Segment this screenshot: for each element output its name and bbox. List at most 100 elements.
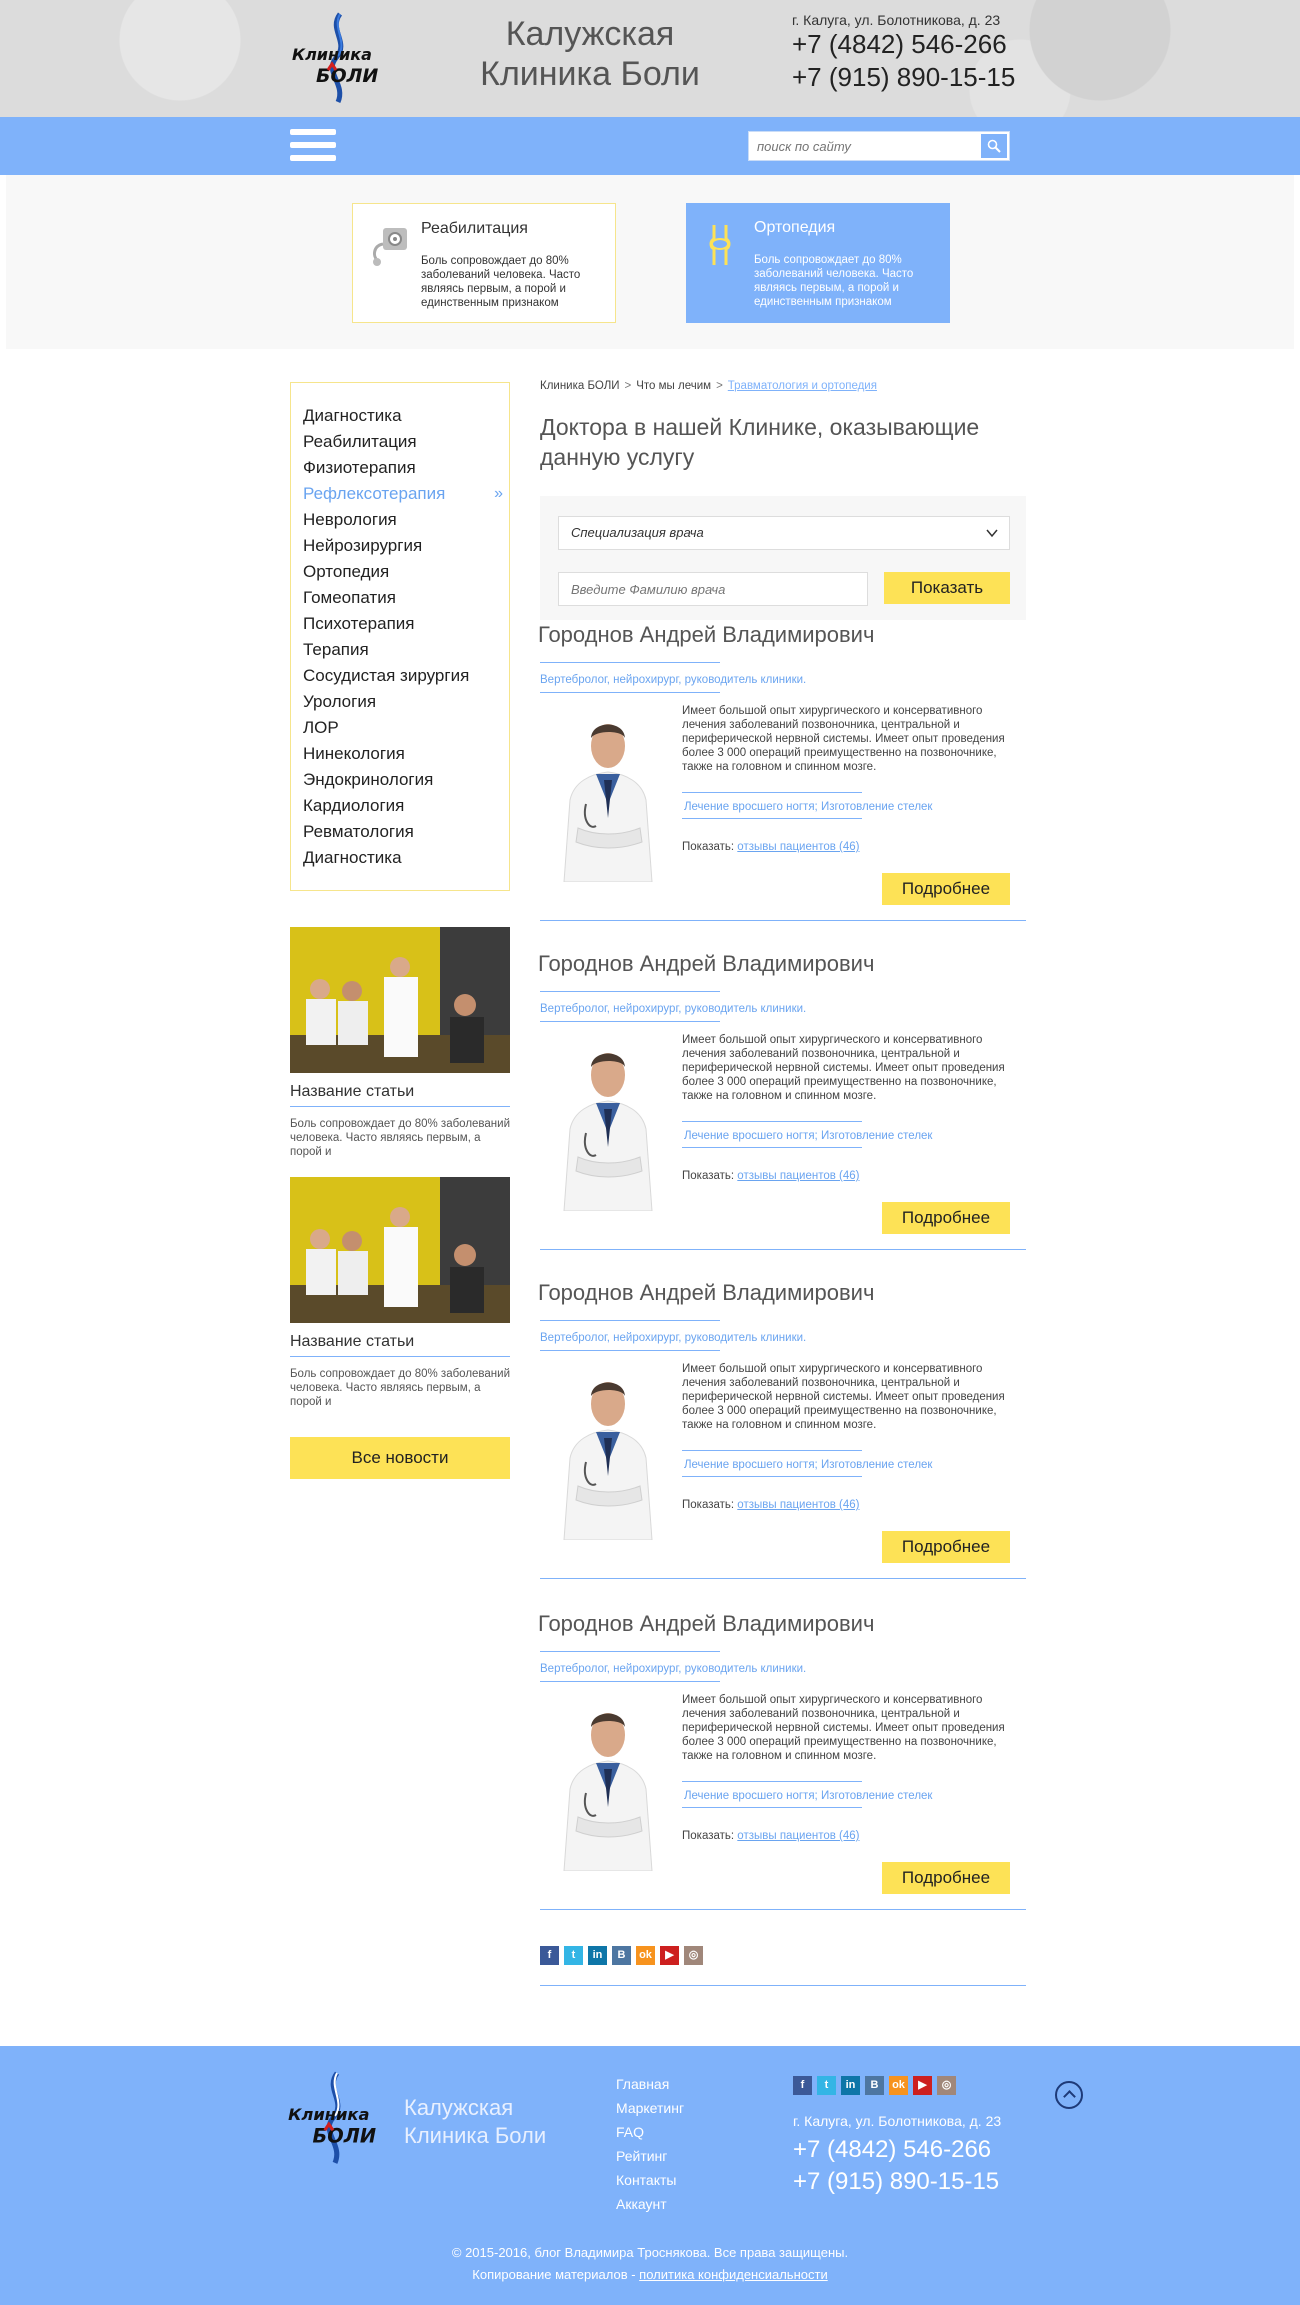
service-card-rehabilitation[interactable]: Реабилитация Боль сопровождает до 80% за…: [352, 203, 616, 323]
youtube-icon[interactable]: ▶: [913, 2076, 932, 2095]
article-image[interactable]: [290, 1177, 510, 1323]
odnoklassniki-icon[interactable]: ok: [636, 1946, 655, 1965]
joint-icon: [700, 223, 744, 267]
footer-link[interactable]: Главная: [616, 2072, 684, 2096]
sidebar-item[interactable]: Ревматология: [303, 819, 509, 845]
footer-phone-1[interactable]: +7 (4842) 546-266: [793, 2134, 991, 2166]
sidebar-item-active[interactable]: Рефлексотерапия »: [303, 481, 509, 507]
header-phone-2[interactable]: +7 (915) 890-15-15: [792, 61, 1015, 94]
facebook-icon[interactable]: f: [540, 1946, 559, 1965]
doctor-name[interactable]: Городнов Андрей Владимирович: [538, 622, 1026, 648]
more-button[interactable]: Подробнее: [882, 1202, 1010, 1234]
sidebar-item[interactable]: Неврология: [303, 507, 509, 533]
instagram-icon[interactable]: ◎: [937, 2076, 956, 2095]
article-card[interactable]: Название статьи Боль сопровождает до 80%…: [290, 927, 510, 1159]
sidebar-item[interactable]: Терапия: [303, 637, 509, 663]
footer-link[interactable]: Рейтинг: [616, 2144, 684, 2168]
sidebar-item[interactable]: ЛОР: [303, 715, 509, 741]
header-address: г. Калуга, ул. Болотникова, д. 23: [792, 12, 1001, 28]
divider: [540, 692, 720, 693]
vk-icon[interactable]: B: [612, 1946, 631, 1965]
chevron-down-icon: [986, 529, 998, 538]
reviews-link[interactable]: отзывы пациентов (46): [737, 1170, 859, 1182]
article-title[interactable]: Название статьи: [290, 1333, 510, 1357]
doctor-reviews: Показать: отзывы пациентов (46): [682, 1170, 859, 1182]
footer-link[interactable]: FAQ: [616, 2120, 684, 2144]
doctor-photo[interactable]: [556, 1037, 660, 1212]
footer-link[interactable]: Аккаунт: [616, 2192, 684, 2216]
reviews-link[interactable]: отзывы пациентов (46): [737, 1830, 859, 1842]
share-icons: f t in Bok ▶ ◎: [540, 1946, 703, 1965]
copyright-text: © 2015-2016, блог Владимира Троснякова. …: [451, 2245, 849, 2260]
doctor-specialization: Вертебролог, нейрохирург, руководитель к…: [540, 1332, 807, 1344]
sidebar-item[interactable]: Ортопедия: [303, 559, 509, 585]
footer-logo[interactable]: Клиника БОЛИ: [284, 2070, 388, 2166]
doctor-services[interactable]: Лечение вросшего ногтя; Изготовление сте…: [684, 1790, 932, 1802]
sidebar-item[interactable]: Диагностика: [303, 403, 509, 429]
sidebar-item[interactable]: Диагностика: [303, 845, 509, 871]
service-card-orthopedics[interactable]: Ортопедия Боль сопровождает до 80% забол…: [686, 203, 950, 323]
linkedin-icon[interactable]: in: [841, 2076, 860, 2095]
reviews-link[interactable]: отзывы пациентов (46): [737, 1499, 859, 1511]
sidebar-item[interactable]: Урология: [303, 689, 509, 715]
more-button[interactable]: Подробнее: [882, 1862, 1010, 1894]
sidebar-item[interactable]: Физиотерапия: [303, 455, 509, 481]
search-input[interactable]: [749, 132, 979, 160]
sidebar-item[interactable]: Эндокринология: [303, 767, 509, 793]
breadcrumb-item[interactable]: Клиника БОЛИ: [540, 380, 620, 392]
privacy-policy-link[interactable]: политика конфиденсиальности: [639, 2267, 828, 2282]
article-image[interactable]: [290, 927, 510, 1073]
breadcrumb-item[interactable]: Что мы лечим: [636, 380, 711, 392]
footer-link[interactable]: Маркетинг: [616, 2096, 684, 2120]
doctor-name[interactable]: Городнов Андрей Владимирович: [538, 1611, 1026, 1637]
sidebar-item[interactable]: Психотерапия: [303, 611, 509, 637]
breadcrumb-current[interactable]: Травматология и ортопедия: [728, 380, 877, 392]
doctor-name-input[interactable]: [558, 572, 868, 606]
footer-phone-2[interactable]: +7 (915) 890-15-15: [793, 2166, 999, 2198]
vk-icon[interactable]: B: [865, 2076, 884, 2095]
twitter-icon[interactable]: t: [817, 2076, 836, 2095]
instagram-icon[interactable]: ◎: [684, 1946, 703, 1965]
breadcrumb-separator: >: [624, 380, 632, 392]
sidebar: Диагностика Реабилитация Физиотерапия Ре…: [290, 382, 510, 1479]
doctor-name[interactable]: Городнов Андрей Владимирович: [538, 951, 1026, 977]
header-phone-1[interactable]: +7 (4842) 546-266: [792, 28, 1015, 61]
doctor-services[interactable]: Лечение вросшего ногтя; Изготовление сте…: [684, 801, 932, 813]
scroll-up-icon[interactable]: [1055, 2081, 1083, 2109]
sidebar-item[interactable]: Сосудистая зирургия: [303, 663, 509, 689]
hamburger-icon[interactable]: [290, 129, 336, 163]
sidebar-item[interactable]: Гомеопатия: [303, 585, 509, 611]
twitter-icon[interactable]: t: [564, 1946, 583, 1965]
more-button[interactable]: Подробнее: [882, 1531, 1010, 1563]
copy-note: Копирование материалов -: [472, 2267, 640, 2282]
doctor-services[interactable]: Лечение вросшего ногтя; Изготовление сте…: [684, 1459, 932, 1471]
show-button[interactable]: Показать: [884, 572, 1010, 604]
doctor-photo[interactable]: [556, 708, 660, 883]
article-text: Боль сопровождает до 80% заболеваний чел…: [290, 1118, 510, 1158]
more-button[interactable]: Подробнее: [882, 873, 1010, 905]
doctor-photo[interactable]: [556, 1697, 660, 1872]
odnoklassniki-icon[interactable]: ok: [889, 2076, 908, 2095]
reviews-link[interactable]: отзывы пациентов (46): [737, 841, 859, 853]
svg-text:Клиника: Клиника: [288, 2105, 369, 2124]
sidebar-item[interactable]: Нинекология: [303, 741, 509, 767]
clinic-logo[interactable]: Клиника БОЛИ: [288, 12, 390, 104]
youtube-icon[interactable]: ▶: [660, 1946, 679, 1965]
doctor-services[interactable]: Лечение вросшего ногтя; Изготовление сте…: [684, 1130, 932, 1142]
article-card[interactable]: Название статьи Боль сопровождает до 80%…: [290, 1177, 510, 1409]
specialization-select[interactable]: Специализация врача: [558, 516, 1010, 550]
doctor-name[interactable]: Городнов Андрей Владимирович: [538, 1280, 1026, 1306]
article-title[interactable]: Название статьи: [290, 1083, 510, 1107]
divider: [682, 792, 862, 793]
double-chevron-right-icon: »: [494, 485, 503, 502]
sidebar-item[interactable]: Кардиология: [303, 793, 509, 819]
sidebar-item[interactable]: Реабилитация: [303, 429, 509, 455]
doctor-photo[interactable]: [556, 1366, 660, 1541]
linkedin-icon[interactable]: in: [588, 1946, 607, 1965]
sidebar-item[interactable]: Нейрозирургия: [303, 533, 509, 559]
facebook-icon[interactable]: f: [793, 2076, 812, 2095]
doctor-description: Имеет большой опыт хирургического и конс…: [682, 1034, 1005, 1102]
footer-link[interactable]: Контакты: [616, 2168, 684, 2192]
search-button[interactable]: [981, 134, 1007, 158]
all-news-button[interactable]: Все новости: [290, 1437, 510, 1479]
